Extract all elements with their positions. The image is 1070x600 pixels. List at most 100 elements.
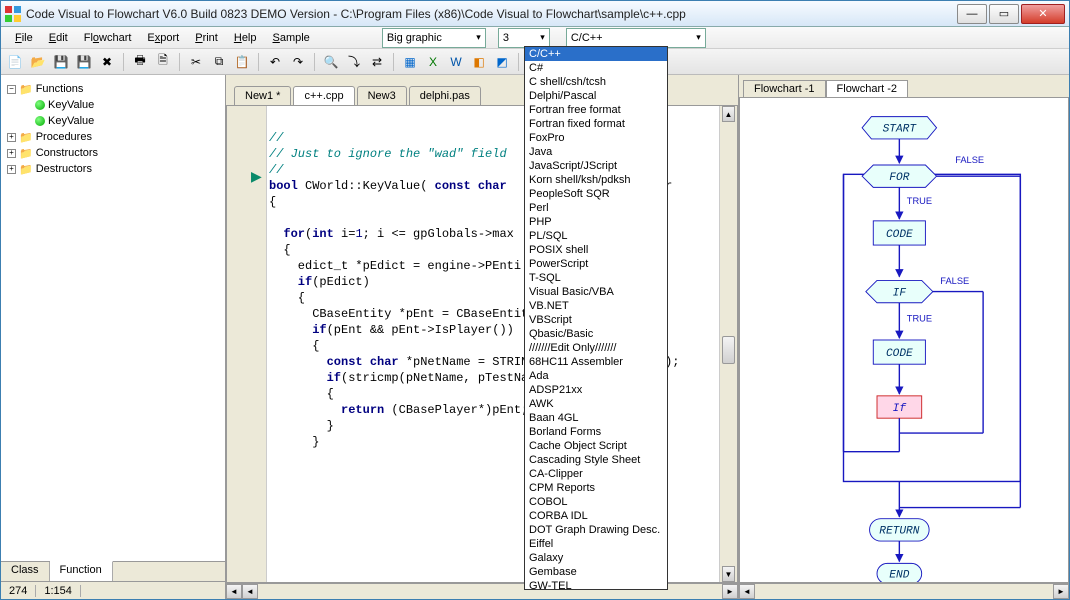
language-option[interactable]: Cache Object Script xyxy=(525,439,667,453)
scroll-right-icon[interactable]: ► xyxy=(1053,584,1069,599)
language-option[interactable]: Cascading Style Sheet xyxy=(525,453,667,467)
menu-help[interactable]: Help xyxy=(228,30,263,46)
flowchart-tab[interactable]: Flowchart -2 xyxy=(826,80,909,97)
language-option[interactable]: CA-Clipper xyxy=(525,467,667,481)
redo-icon[interactable]: ↷ xyxy=(288,52,308,72)
language-option[interactable]: 68HC11 Assembler xyxy=(525,355,667,369)
menu-print[interactable]: Print xyxy=(189,30,224,46)
tree-node-functions[interactable]: − 📁 Functions xyxy=(7,81,219,97)
language-option[interactable]: DOT Graph Drawing Desc. xyxy=(525,523,667,537)
language-option[interactable]: Borland Forms xyxy=(525,425,667,439)
code-tree[interactable]: − 📁 Functions KeyValue KeyValue + 📁 Proc… xyxy=(1,75,225,561)
expand-icon[interactable]: + xyxy=(7,149,16,158)
expand-icon[interactable]: + xyxy=(7,165,16,174)
language-option[interactable]: Qbasic/Basic xyxy=(525,327,667,341)
language-option[interactable]: ADSP21xx xyxy=(525,383,667,397)
scroll-up-icon[interactable]: ▲ xyxy=(722,106,735,122)
menu-flowchart[interactable]: Flowchart xyxy=(78,30,138,46)
collapse-icon[interactable]: − xyxy=(7,85,16,94)
close-button[interactable]: ✕ xyxy=(1021,4,1065,24)
scroll-down-icon[interactable]: ▼ xyxy=(722,566,735,582)
expand-icon[interactable]: + xyxy=(7,133,16,142)
language-option[interactable]: C shell/csh/tcsh xyxy=(525,75,667,89)
tree-leaf[interactable]: KeyValue xyxy=(7,113,219,129)
copy-icon[interactable]: ⧉ xyxy=(209,52,229,72)
language-option[interactable]: COBOL xyxy=(525,495,667,509)
save-icon[interactable]: 💾 xyxy=(51,52,71,72)
language-option[interactable]: Korn shell/ksh/pdksh xyxy=(525,173,667,187)
language-option[interactable]: PeopleSoft SQR xyxy=(525,187,667,201)
cut-icon[interactable]: ✂ xyxy=(186,52,206,72)
language-option[interactable]: Fortran fixed format xyxy=(525,117,667,131)
scroll-left-icon[interactable]: ◄ xyxy=(739,584,755,599)
language-option[interactable]: Ada xyxy=(525,369,667,383)
language-option[interactable]: VB.NET xyxy=(525,299,667,313)
export-bmp-icon[interactable]: ▦ xyxy=(400,52,420,72)
tree-node-constructors[interactable]: + 📁 Constructors xyxy=(7,145,219,161)
language-option[interactable]: T-SQL xyxy=(525,271,667,285)
new-file-icon[interactable]: 📄 xyxy=(5,52,25,72)
delete-icon[interactable]: ✖ xyxy=(97,52,117,72)
language-dropdown[interactable]: C/C++C#C shell/csh/tcshDelphi/PascalFort… xyxy=(524,46,668,590)
scroll-track[interactable] xyxy=(755,584,1053,599)
language-option[interactable]: Visual Basic/VBA xyxy=(525,285,667,299)
graphic-size-select[interactable]: Big graphic▾ xyxy=(382,28,486,48)
language-option[interactable]: VBScript xyxy=(525,313,667,327)
export-excel-icon[interactable]: X xyxy=(423,52,443,72)
tree-node-procedures[interactable]: + 📁 Procedures xyxy=(7,129,219,145)
export-word-icon[interactable]: W xyxy=(446,52,466,72)
flowchart-hscroll[interactable]: ◄ ► xyxy=(739,583,1069,599)
editor-tab[interactable]: c++.cpp xyxy=(293,86,354,105)
language-option[interactable]: PHP xyxy=(525,215,667,229)
language-option[interactable]: C# xyxy=(525,61,667,75)
menu-edit[interactable]: Edit xyxy=(43,30,74,46)
language-option[interactable]: CPM Reports xyxy=(525,481,667,495)
undo-icon[interactable]: ↶ xyxy=(265,52,285,72)
scroll-left-icon[interactable]: ◄ xyxy=(226,584,242,599)
open-file-icon[interactable]: 📂 xyxy=(28,52,48,72)
export-svg-icon[interactable]: ◧ xyxy=(469,52,489,72)
menu-file[interactable]: File xyxy=(9,30,39,46)
language-option[interactable]: FoxPro xyxy=(525,131,667,145)
language-option[interactable]: Eiffel xyxy=(525,537,667,551)
print-preview-icon[interactable]: 🗎 xyxy=(153,52,173,72)
replace-icon[interactable]: ⇄ xyxy=(367,52,387,72)
tab-function[interactable]: Function xyxy=(50,561,113,581)
tree-node-destructors[interactable]: + 📁 Destructors xyxy=(7,161,219,177)
menu-sample[interactable]: Sample xyxy=(267,30,316,46)
language-option[interactable]: C/C++ xyxy=(525,47,667,61)
vertical-scrollbar[interactable]: ▲ ▼ xyxy=(719,106,737,582)
language-option[interactable]: CORBA IDL xyxy=(525,509,667,523)
minimize-button[interactable]: — xyxy=(957,4,987,24)
language-option[interactable]: POSIX shell xyxy=(525,243,667,257)
flowchart-canvas[interactable]: START FOR FALSE TRUE CODE xyxy=(739,97,1069,583)
find-icon[interactable]: 🔍 xyxy=(321,52,341,72)
language-option[interactable]: JavaScript/JScript xyxy=(525,159,667,173)
language-option[interactable]: AWK xyxy=(525,397,667,411)
menu-export[interactable]: Export xyxy=(141,30,185,46)
tree-leaf[interactable]: KeyValue xyxy=(7,97,219,113)
depth-level-select[interactable]: 3▾ xyxy=(498,28,550,48)
language-option[interactable]: Gembase xyxy=(525,565,667,579)
scroll-left2-icon[interactable]: ◄ xyxy=(242,584,258,599)
tab-class[interactable]: Class xyxy=(1,562,50,581)
language-option[interactable]: Java xyxy=(525,145,667,159)
paste-icon[interactable]: 📋 xyxy=(232,52,252,72)
language-option[interactable]: Baan 4GL xyxy=(525,411,667,425)
language-option[interactable]: Galaxy xyxy=(525,551,667,565)
editor-tab[interactable]: New3 xyxy=(357,86,407,105)
language-option[interactable]: Delphi/Pascal xyxy=(525,89,667,103)
find-next-icon[interactable]: ⤵ xyxy=(344,52,364,72)
language-option[interactable]: Perl xyxy=(525,201,667,215)
language-option[interactable]: ///////Edit Only/////// xyxy=(525,341,667,355)
flowchart-tab[interactable]: Flowchart -1 xyxy=(743,80,826,97)
language-option[interactable]: GW-TEL xyxy=(525,579,667,590)
editor-tab[interactable]: delphi.pas xyxy=(409,86,481,105)
scroll-thumb[interactable] xyxy=(722,336,735,364)
maximize-button[interactable]: ▭ xyxy=(989,4,1019,24)
save-all-icon[interactable]: 💾 xyxy=(74,52,94,72)
language-option[interactable]: PL/SQL xyxy=(525,229,667,243)
scroll-right-icon[interactable]: ► xyxy=(722,584,738,599)
language-select[interactable]: C/C++▾ xyxy=(566,28,706,48)
language-option[interactable]: Fortran free format xyxy=(525,103,667,117)
